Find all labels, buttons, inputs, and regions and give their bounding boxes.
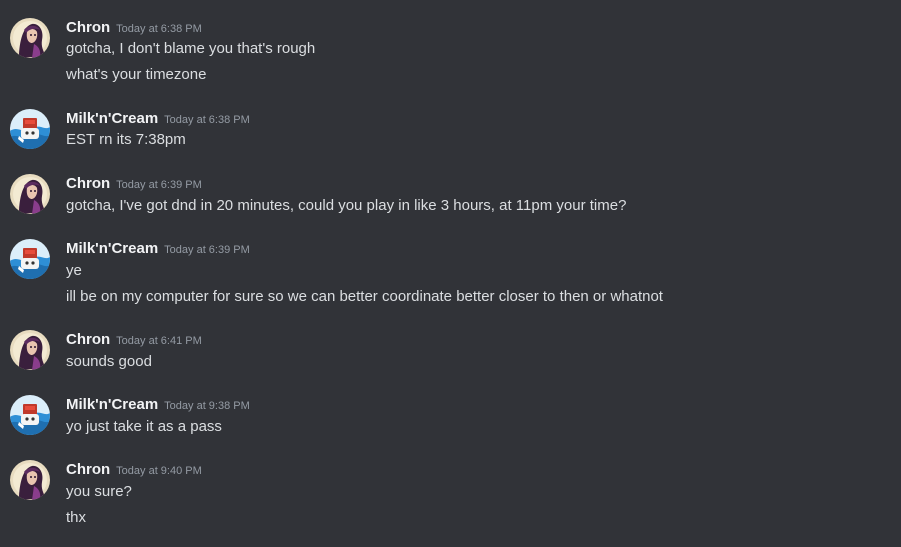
message-text: EST rn its 7:38pm — [66, 131, 186, 148]
message-header: Milk'n'Cream Today at 6:38 PM — [66, 109, 250, 129]
message-header: Chron Today at 6:38 PM — [66, 18, 202, 38]
milkncream-avatar-icon[interactable] — [10, 109, 50, 149]
chron-avatar-icon[interactable] — [10, 174, 50, 214]
message-text: sounds good — [66, 353, 152, 370]
message-text: ye — [66, 262, 82, 279]
timestamp[interactable]: Today at 9:38 PM — [164, 400, 250, 412]
timestamp[interactable]: Today at 6:39 PM — [116, 179, 202, 191]
username[interactable]: Milk'n'Cream — [66, 240, 158, 257]
username[interactable]: Milk'n'Cream — [66, 396, 158, 413]
message-text: what's your timezone — [66, 66, 207, 83]
timestamp[interactable]: Today at 6:38 PM — [116, 23, 202, 35]
timestamp[interactable]: Today at 6:41 PM — [116, 335, 202, 347]
username[interactable]: Chron — [66, 461, 110, 478]
milkncream-avatar-icon[interactable] — [10, 395, 50, 435]
message-list: Chron Today at 6:38 PM gotcha, I don't bl… — [0, 0, 901, 547]
milkncream-avatar-icon[interactable] — [10, 239, 50, 279]
message-header: Milk'n'Cream Today at 9:38 PM — [66, 395, 250, 415]
timestamp[interactable]: Today at 9:40 PM — [116, 465, 202, 477]
username[interactable]: Chron — [66, 175, 110, 192]
message-text: thx — [66, 509, 87, 526]
username[interactable]: Chron — [66, 331, 110, 348]
timestamp[interactable]: Today at 6:38 PM — [164, 114, 250, 126]
message-header: Chron Today at 9:40 PM — [66, 460, 202, 480]
timestamp[interactable]: Today at 6:39 PM — [164, 244, 250, 256]
message-text: you sure? — [66, 483, 132, 500]
message-text: gotcha, I've got dnd in 20 minutes, coul… — [66, 197, 627, 214]
chron-avatar-icon[interactable] — [10, 330, 50, 370]
chron-avatar-icon[interactable] — [10, 18, 50, 58]
message-header: Milk'n'Cream Today at 6:39 PM — [66, 239, 250, 259]
username[interactable]: Chron — [66, 19, 110, 36]
message-header: Chron Today at 6:39 PM — [66, 174, 202, 194]
message-text: ill be on my computer for sure so we can… — [66, 288, 663, 305]
chron-avatar-icon[interactable] — [10, 460, 50, 500]
message-text: gotcha, I don't blame you that's rough — [66, 40, 316, 57]
message-header: Chron Today at 6:41 PM — [66, 330, 202, 350]
username[interactable]: Milk'n'Cream — [66, 110, 158, 127]
message-text: yo just take it as a pass — [66, 418, 222, 435]
